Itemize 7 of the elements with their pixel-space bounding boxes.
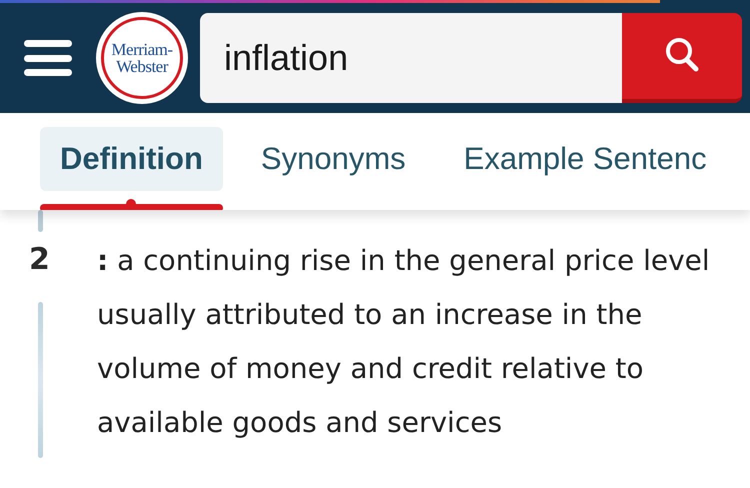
tab[interactable]: Example Sentenc (444, 127, 727, 191)
tab[interactable]: Synonyms (240, 127, 426, 191)
sense-number: 2 (29, 242, 50, 277)
search-field[interactable]: inflation (200, 13, 622, 103)
logo[interactable]: Merriam-Webster (96, 12, 188, 104)
logo-text: Merriam-Webster (110, 41, 174, 75)
definition-text: : a continuing rise in the general price level usually attributed to an increase in the volume of money and credit relative to available goods and services (97, 243, 711, 441)
